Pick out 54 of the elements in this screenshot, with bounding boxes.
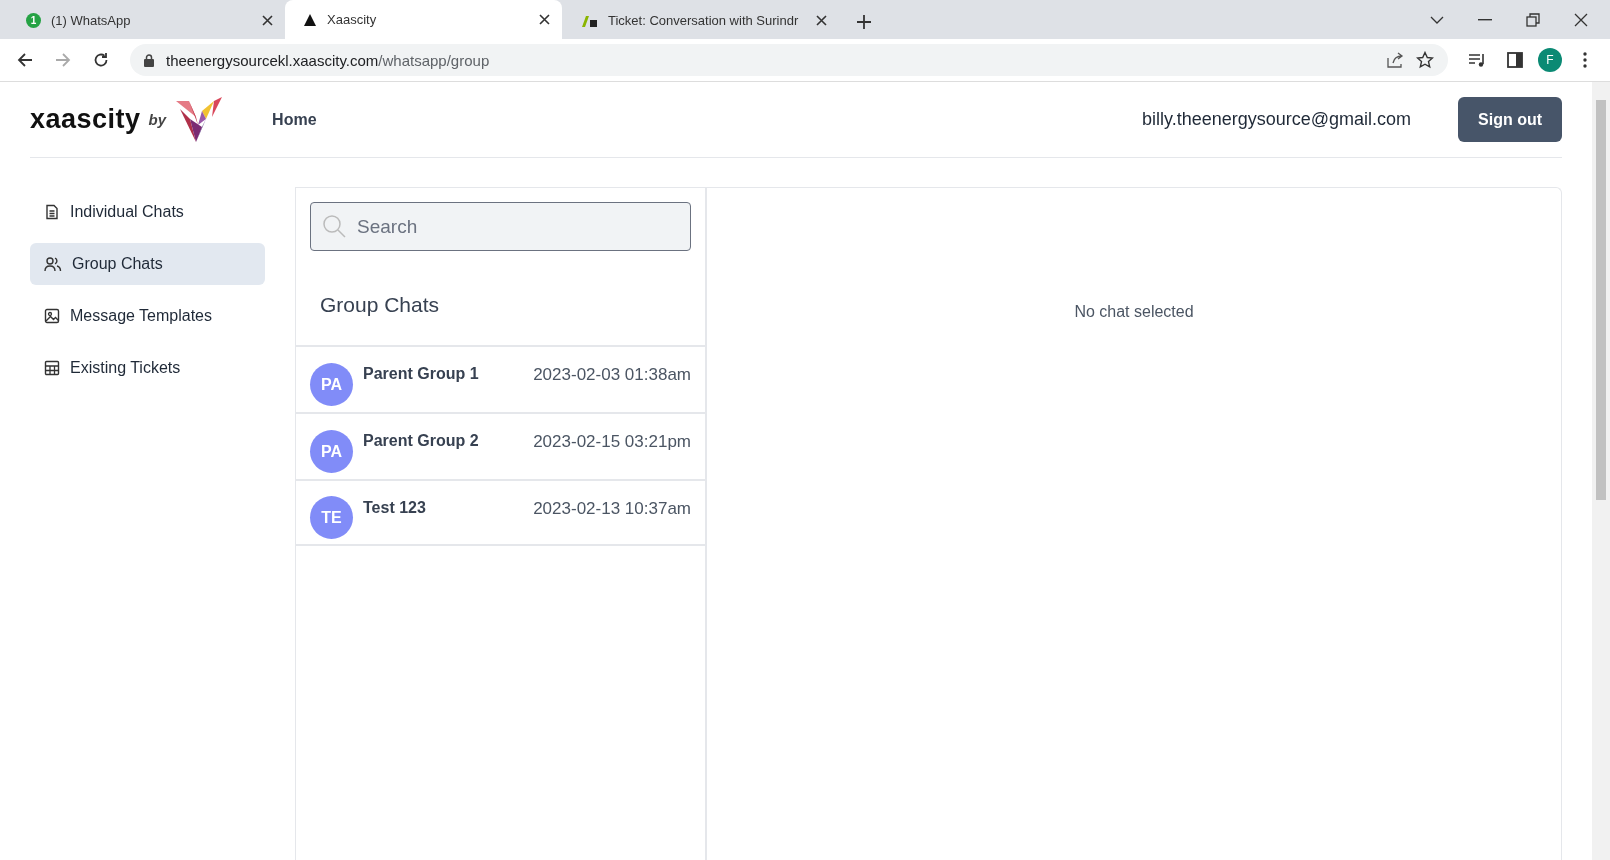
chat-list-title: Group Chats	[319, 292, 441, 318]
sign-out-button[interactable]: Sign out	[1458, 97, 1562, 142]
browser-tab[interactable]: Xaascity	[285, 0, 562, 39]
scrollbar[interactable]	[1592, 82, 1610, 860]
logo-v-icon	[176, 96, 223, 143]
close-icon[interactable]	[1574, 12, 1588, 27]
chat-row[interactable]: PA Parent Group 2 2023-02-15 03:21pm	[296, 412, 705, 479]
document-icon	[44, 204, 60, 220]
close-icon[interactable]	[816, 15, 827, 26]
home-link[interactable]: Home	[266, 109, 323, 130]
users-icon	[44, 256, 62, 272]
address-bar[interactable]: theenergysourcekl.xaascity.com/whatsapp/group	[130, 44, 1448, 76]
lock-icon	[144, 53, 154, 67]
side-panel-icon[interactable]	[1507, 52, 1523, 68]
ticket-icon	[580, 13, 598, 28]
logo-by-text: by	[148, 111, 167, 128]
avatar-initials: PA	[310, 430, 353, 473]
chat-name: Parent Group 1	[363, 365, 479, 383]
sidebar-item[interactable]: Message Templates	[30, 295, 265, 337]
chat-name: Parent Group 2	[363, 432, 479, 450]
profile-avatar[interactable]: F	[1538, 48, 1562, 72]
chat-time: 2023-02-15 03:21pm	[533, 432, 691, 452]
sidebar-item[interactable]: Existing Tickets	[30, 347, 265, 389]
search-field[interactable]: Search	[310, 202, 691, 251]
sidebar-item[interactable]: Group Chats	[30, 243, 265, 285]
chat-row[interactable]: TE Test 123 2023-02-13 10:37am	[296, 479, 705, 546]
triangle-icon	[303, 12, 317, 27]
notification-badge: 1	[26, 13, 41, 28]
reload-icon[interactable]	[93, 52, 109, 68]
restore-icon[interactable]	[1526, 12, 1540, 27]
share-icon[interactable]	[1386, 52, 1404, 68]
close-icon[interactable]	[262, 15, 273, 26]
image-icon	[44, 308, 60, 324]
star-icon[interactable]	[1416, 51, 1434, 69]
user-email: billy.theenergysource@gmail.com	[1141, 109, 1411, 130]
chat-name: Test 123	[363, 499, 426, 517]
table-icon	[44, 360, 60, 376]
chat-time: 2023-02-03 01:38am	[533, 365, 691, 385]
browser-tab[interactable]: Ticket: Conversation with Surindr	[562, 4, 839, 37]
playlist-icon[interactable]	[1468, 52, 1486, 68]
avatar-initials: PA	[310, 363, 353, 406]
new-tab-icon[interactable]	[857, 15, 871, 29]
chevron-down-icon[interactable]	[1430, 14, 1444, 25]
close-icon[interactable]	[539, 14, 550, 25]
logo-text: xaascity	[30, 104, 141, 135]
empty-state-text: No chat selected	[1074, 303, 1194, 322]
back-arrow-icon[interactable]	[17, 52, 33, 68]
more-icon[interactable]	[1583, 52, 1587, 68]
minimize-icon[interactable]	[1478, 18, 1492, 21]
browser-tab[interactable]: 1 (1) WhatsApp	[8, 4, 285, 37]
sidebar-item[interactable]: Individual Chats	[30, 191, 265, 233]
chat-time: 2023-02-13 10:37am	[533, 499, 691, 519]
avatar-initials: TE	[310, 496, 353, 539]
chat-row[interactable]: PA Parent Group 1 2023-02-03 01:38am	[296, 345, 705, 412]
